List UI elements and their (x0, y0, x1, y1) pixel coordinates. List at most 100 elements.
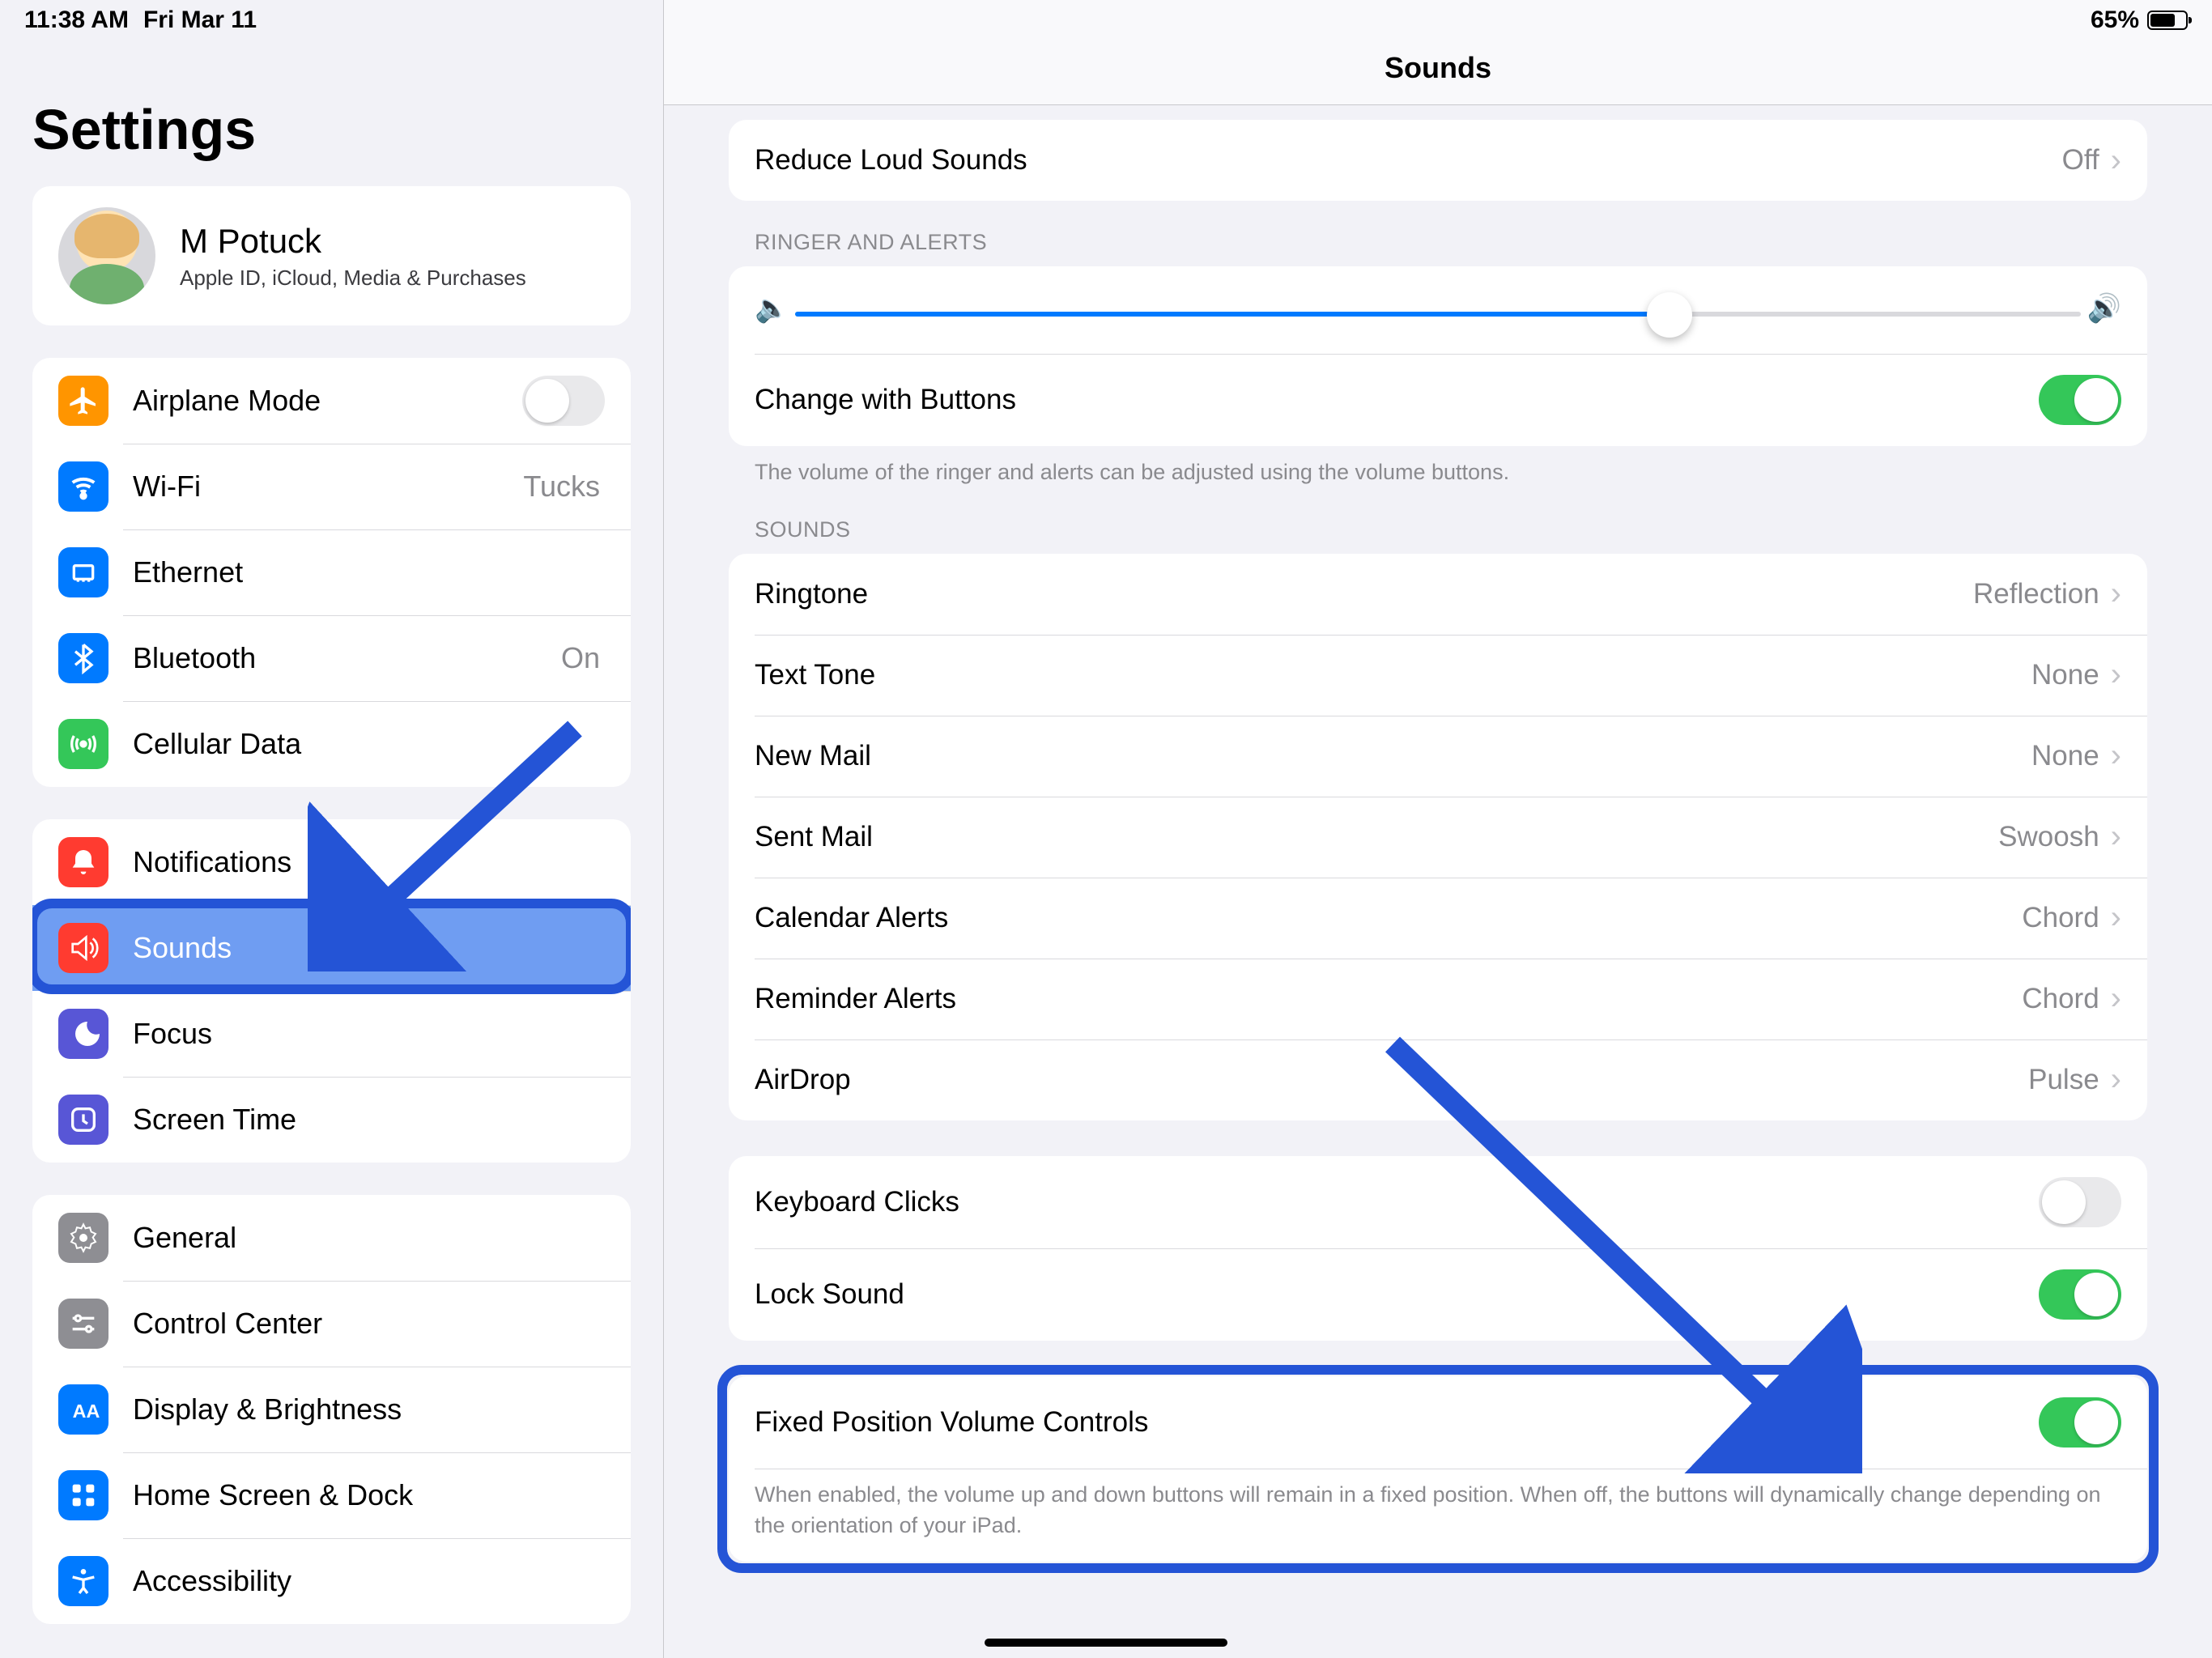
account-card[interactable]: M Potuck Apple ID, iCloud, Media & Purch… (32, 186, 631, 325)
row-airdrop[interactable]: AirDropPulse› (729, 1039, 2147, 1120)
row-calendar-alerts[interactable]: Calendar AlertsChord› (729, 878, 2147, 959)
lock-sound-toggle[interactable] (2039, 1269, 2121, 1320)
row-ringtone[interactable]: RingtoneReflection › (729, 554, 2147, 635)
avatar (58, 207, 155, 304)
sidebar-item-wifi[interactable]: Wi-Fi Tucks (32, 444, 631, 529)
account-name: M Potuck (180, 222, 526, 261)
bluetooth-icon (58, 633, 108, 683)
account-subtitle: Apple ID, iCloud, Media & Purchases (180, 266, 526, 291)
home-screen-icon (58, 1470, 108, 1520)
fixed-position-toggle[interactable] (2039, 1397, 2121, 1448)
row-keyboard-clicks[interactable]: Keyboard Clicks (729, 1156, 2147, 1248)
bluetooth-value: On (561, 641, 600, 675)
chevron-right-icon: › (2111, 142, 2121, 179)
accessibility-icon (58, 1556, 108, 1606)
row-label: Lock Sound (755, 1278, 2039, 1311)
gear-icon (58, 1213, 108, 1263)
home-indicator (985, 1639, 1227, 1647)
sounds-card: RingtoneReflection › Text ToneNone › New M… (729, 554, 2147, 1120)
group-footer-ringer: The volume of the ringer and alerts can … (755, 457, 2121, 488)
sidebar-item-cellular[interactable]: Cellular Data (32, 701, 631, 787)
ringer-volume-slider[interactable] (795, 312, 2081, 317)
sidebar-item-airplane-mode[interactable]: Airplane Mode (32, 358, 631, 444)
ethernet-icon (58, 547, 108, 597)
row-value: Pulse (2028, 1064, 2099, 1096)
row-label: Change with Buttons (755, 384, 2039, 416)
sidebar-item-control-center[interactable]: Control Center (32, 1281, 631, 1367)
notifications-icon (58, 837, 108, 887)
row-label: Fixed Position Volume Controls (755, 1406, 2039, 1439)
display-icon: AA (58, 1384, 108, 1435)
detail-pane: Sounds Reduce Loud Sounds Off › RINGER A… (664, 0, 2212, 1658)
group-header-sounds: SOUNDS (755, 517, 2147, 542)
fixed-position-footer: When enabled, the volume up and down but… (755, 1480, 2121, 1541)
row-reduce-loud[interactable]: Reduce Loud Sounds Off › (729, 120, 2147, 201)
chevron-right-icon: › (2111, 657, 2121, 693)
control-center-icon (58, 1299, 108, 1349)
sidebar-item-general[interactable]: General (32, 1195, 631, 1281)
row-label: Reduce Loud Sounds (755, 144, 2062, 176)
row-change-with-buttons[interactable]: Change with Buttons (729, 354, 2147, 446)
status-time: 11:38 AM (24, 6, 129, 34)
sidebar-item-display[interactable]: AA Display & Brightness (32, 1367, 631, 1452)
row-lock-sound[interactable]: Lock Sound (729, 1248, 2147, 1341)
sidebar-item-label: Sounds (133, 931, 605, 965)
sidebar-item-focus[interactable]: Focus (32, 991, 631, 1077)
speaker-low-icon: 🔈 (755, 292, 789, 325)
detail-title: Sounds (1385, 51, 1491, 85)
row-value: Reflection (1973, 578, 2099, 610)
row-fixed-position-volume[interactable]: Fixed Position Volume Controls (729, 1376, 2147, 1469)
chevron-right-icon: › (2111, 576, 2121, 612)
airplane-icon (58, 376, 108, 426)
row-label: AirDrop (755, 1064, 2028, 1096)
status-bar: 11:38 AM Fri Mar 11 65% (0, 0, 2212, 40)
svg-text:AA: AA (73, 1401, 100, 1422)
headphone-safety-card: Reduce Loud Sounds Off › (729, 120, 2147, 201)
sidebar-item-label: Notifications (133, 845, 605, 879)
chevron-right-icon: › (2111, 980, 2121, 1017)
change-with-buttons-toggle[interactable] (2039, 375, 2121, 425)
chevron-right-icon: › (2111, 899, 2121, 936)
row-text-tone[interactable]: Text ToneNone › (729, 635, 2147, 716)
sidebar-item-bluetooth[interactable]: Bluetooth On (32, 615, 631, 701)
ringer-volume-slider-row[interactable]: 🔈 🔊 (729, 266, 2147, 354)
ringer-card: 🔈 🔊 Change with Buttons (729, 266, 2147, 446)
battery-percent: 65% (2091, 6, 2139, 34)
chevron-right-icon: › (2111, 738, 2121, 774)
row-label: Calendar Alerts (755, 902, 2022, 934)
sidebar-item-accessibility[interactable]: Accessibility (32, 1538, 631, 1624)
battery-icon (2147, 11, 2188, 30)
wifi-value: Tucks (523, 470, 600, 504)
row-label: Sent Mail (755, 821, 1998, 853)
sidebar-item-screen-time[interactable]: Screen Time (32, 1077, 631, 1163)
row-new-mail[interactable]: New MailNone› (729, 716, 2147, 797)
sidebar-item-label: Control Center (133, 1307, 605, 1341)
speaker-high-icon: 🔊 (2087, 292, 2121, 325)
row-label: Keyboard Clicks (755, 1186, 2039, 1218)
row-label: Reminder Alerts (755, 983, 2022, 1015)
alerts-group: Notifications Sounds Focus Screen Time (32, 819, 631, 1163)
row-reminder-alerts[interactable]: Reminder AlertsChord› (729, 959, 2147, 1039)
sidebar-item-ethernet[interactable]: Ethernet (32, 529, 631, 615)
row-sent-mail[interactable]: Sent MailSwoosh› (729, 797, 2147, 878)
row-label: Text Tone (755, 659, 2031, 691)
row-label: Ringtone (755, 578, 1973, 610)
airplane-toggle[interactable] (522, 376, 605, 426)
group-header-ringer: RINGER AND ALERTS (755, 230, 2147, 255)
keyboard-clicks-toggle[interactable] (2039, 1177, 2121, 1227)
row-label: New Mail (755, 740, 2031, 772)
cellular-icon (58, 719, 108, 769)
sidebar-item-label: Screen Time (133, 1103, 605, 1137)
connectivity-group: Airplane Mode Wi-Fi Tucks Ethernet Bluet… (32, 358, 631, 787)
general-group: General Control Center AA Display & Brig… (32, 1195, 631, 1624)
settings-sidebar: Settings M Potuck Apple ID, iCloud, Medi… (0, 0, 664, 1658)
sidebar-item-label: Ethernet (133, 555, 605, 589)
sidebar-item-sounds[interactable]: Sounds (32, 905, 631, 991)
sidebar-item-notifications[interactable]: Notifications (32, 819, 631, 905)
sidebar-item-label: Wi-Fi (133, 470, 523, 504)
sidebar-item-label: Home Screen & Dock (133, 1478, 605, 1512)
row-value: Swoosh (1998, 821, 2099, 853)
sidebar-item-home-screen[interactable]: Home Screen & Dock (32, 1452, 631, 1538)
row-value: None (2031, 659, 2099, 691)
sidebar-item-label: Cellular Data (133, 727, 605, 761)
